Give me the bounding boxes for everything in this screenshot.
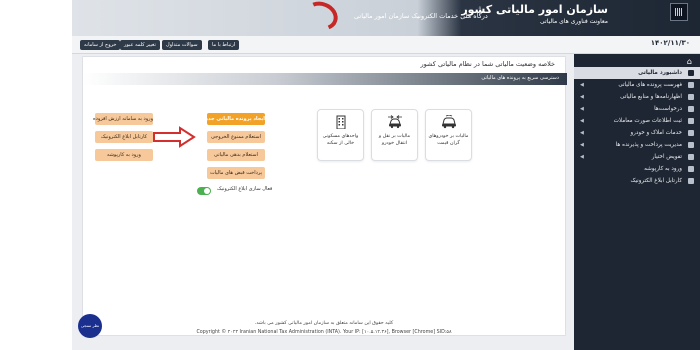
payment-icon — [688, 142, 694, 148]
sidebar-item-property-vehicle[interactable]: خدمات املاک و خودرو ◀ — [574, 127, 700, 139]
faq-button[interactable]: سوالات متداول — [162, 40, 202, 50]
page-title: خلاصه وضعیت مالیاتی شما در نظام مالیاتی … — [420, 60, 555, 68]
card-label: مالیات بر نقل و انتقال خودرو — [378, 134, 411, 146]
current-date: ۱۴۰۲/۱۱/۳۰ — [650, 39, 690, 47]
site-header: درگاه ملی خدمات الکترونیک سازمان امور ما… — [72, 0, 700, 36]
survey-button[interactable]: نظر سنجی — [78, 314, 102, 338]
sidebar-item-label: کارتابل ابلاغ الکترونیک — [630, 178, 682, 184]
sidebar-item-e-notice[interactable]: کارتابل ابلاغ الکترونیک — [574, 175, 700, 187]
footer-rights: کلیه حقوق این سامانه متعلق به سازمان امو… — [254, 321, 394, 326]
card-label: واحدهای مسکونی خالی از سکنه — [322, 134, 359, 146]
sidebar-item-label: فهرست پرونده های مالیاتی — [618, 82, 682, 88]
request-icon — [688, 106, 694, 112]
house-icon — [688, 130, 694, 136]
sidebar-item-delegation[interactable]: تفویض اختیار ◀ — [574, 151, 700, 163]
card-luxury-car-tax[interactable]: مالیات بر خودروهای گران قیمت — [425, 109, 472, 161]
main-panel: خلاصه وضعیت مالیاتی شما در نظام مالیاتی … — [82, 56, 567, 336]
annotation-arrow-icon — [153, 126, 196, 148]
tax-debt-inquiry-button[interactable]: استعلام بدهی مالیاتی — [207, 149, 265, 161]
sidebar-item-label: ورود به کارپوشه — [644, 166, 682, 172]
sidebar: ⌂ داشبورد مالیاتی فهرست پرونده های مالیا… — [574, 54, 700, 350]
quick-access-label: دسترسی سریع به پرونده های مالیاتی — [481, 75, 559, 81]
contact-us-button[interactable]: ارتباط با ما — [208, 40, 240, 50]
sidebar-item-label: اظهارنامه‌ها و منابع مالیاتی — [620, 94, 682, 100]
sidebar-item-tax-files[interactable]: فهرست پرونده های مالیاتی ◀ — [574, 79, 700, 91]
dashboard-icon — [688, 70, 694, 76]
sidebar-item-payments[interactable]: مدیریت پرداخت و پذیرنده ها ◀ — [574, 139, 700, 151]
card-vacant-housing-tax[interactable]: واحدهای مسکونی خالی از سکنه — [317, 109, 364, 161]
transaction-icon — [688, 118, 694, 124]
sidebar-item-label: مدیریت پرداخت و پذیرنده ها — [615, 142, 682, 148]
sidebar-item-label: داشبورد مالیاتی — [638, 70, 682, 76]
user-icon — [688, 154, 694, 160]
building-icon — [336, 115, 346, 129]
sidebar-item-declarations[interactable]: اظهارنامه‌ها و منابع مالیاتی ◀ — [574, 91, 700, 103]
top-bar: خروج از سامانه تغییر کلمه عبور سوالات مت… — [72, 36, 700, 54]
logout-button[interactable]: خروج از سامانه — [80, 40, 121, 50]
list-icon — [688, 82, 694, 88]
sidebar-item-label: تفویض اختیار — [651, 154, 682, 160]
emblem-swoosh-icon — [300, 0, 342, 35]
workfolder-login-button[interactable]: ورود به کارپوشه — [95, 149, 153, 161]
home-icon[interactable]: ⌂ — [687, 57, 692, 66]
org-subtitle: معاونت فناوری های مالیاتی — [540, 18, 608, 25]
sidebar-item-label: ثبت اطلاعات صورت معاملات — [613, 118, 682, 124]
card-vehicle-transfer-tax[interactable]: مالیات بر نقل و انتقال خودرو — [371, 109, 418, 161]
change-password-button[interactable]: تغییر کلمه عبور — [120, 40, 160, 50]
e-notice-toggle[interactable] — [197, 187, 211, 195]
mail-icon — [688, 178, 694, 184]
document-icon — [688, 94, 694, 100]
chevron-left-icon: ◀ — [580, 142, 584, 148]
sidebar-item-requests[interactable]: درخواست‌ها ◀ — [574, 103, 700, 115]
sidebar-item-label: درخواست‌ها — [654, 106, 682, 112]
chevron-left-icon: ◀ — [580, 130, 584, 136]
e-notice-inbox-button[interactable]: کارتابل ابلاغ الکترونیک — [95, 131, 153, 143]
org-title: سازمان امور مالیاتی کشور — [461, 3, 608, 16]
app-window: درگاه ملی خدمات الکترونیک سازمان امور ما… — [72, 0, 700, 350]
card-label: مالیات بر خودروهای گران قیمت — [428, 134, 469, 146]
car-transfer-icon — [388, 115, 402, 129]
folder-icon — [688, 166, 694, 172]
e-notice-toggle-label: فعال سازی ابلاغ الکترونیک — [217, 186, 273, 192]
chevron-left-icon: ◀ — [580, 118, 584, 124]
quick-access-bar: دسترسی سریع به پرونده های مالیاتی — [83, 73, 567, 85]
org-logo-icon — [670, 3, 688, 21]
vat-system-login-button[interactable]: ورود به سامانه ارزش افزوده — [93, 113, 153, 125]
sidebar-item-label: خدمات املاک و خودرو — [630, 130, 682, 136]
chevron-left-icon: ◀ — [580, 154, 584, 160]
chevron-left-icon: ◀ — [580, 82, 584, 88]
chevron-left-icon: ◀ — [580, 94, 584, 100]
chevron-left-icon: ◀ — [580, 106, 584, 112]
footer-copyright: Copyright © ۲۰۲۴ Iranian National Tax Ad… — [196, 330, 452, 335]
sidebar-item-dashboard[interactable]: داشبورد مالیاتی — [574, 67, 700, 79]
sidebar-item-transactions[interactable]: ثبت اطلاعات صورت معاملات ◀ — [574, 115, 700, 127]
exit-ban-inquiry-button[interactable]: استعلام ممنوع الخروجی — [207, 131, 265, 143]
car-icon — [442, 115, 456, 129]
create-tax-file-button[interactable]: ایجاد پرونده مالیاتی جدید — [203, 113, 265, 125]
pay-tax-bills-button[interactable]: پرداخت قبض های مالیات — [207, 167, 265, 179]
sidebar-item-workfolder[interactable]: ورود به کارپوشه — [574, 163, 700, 175]
